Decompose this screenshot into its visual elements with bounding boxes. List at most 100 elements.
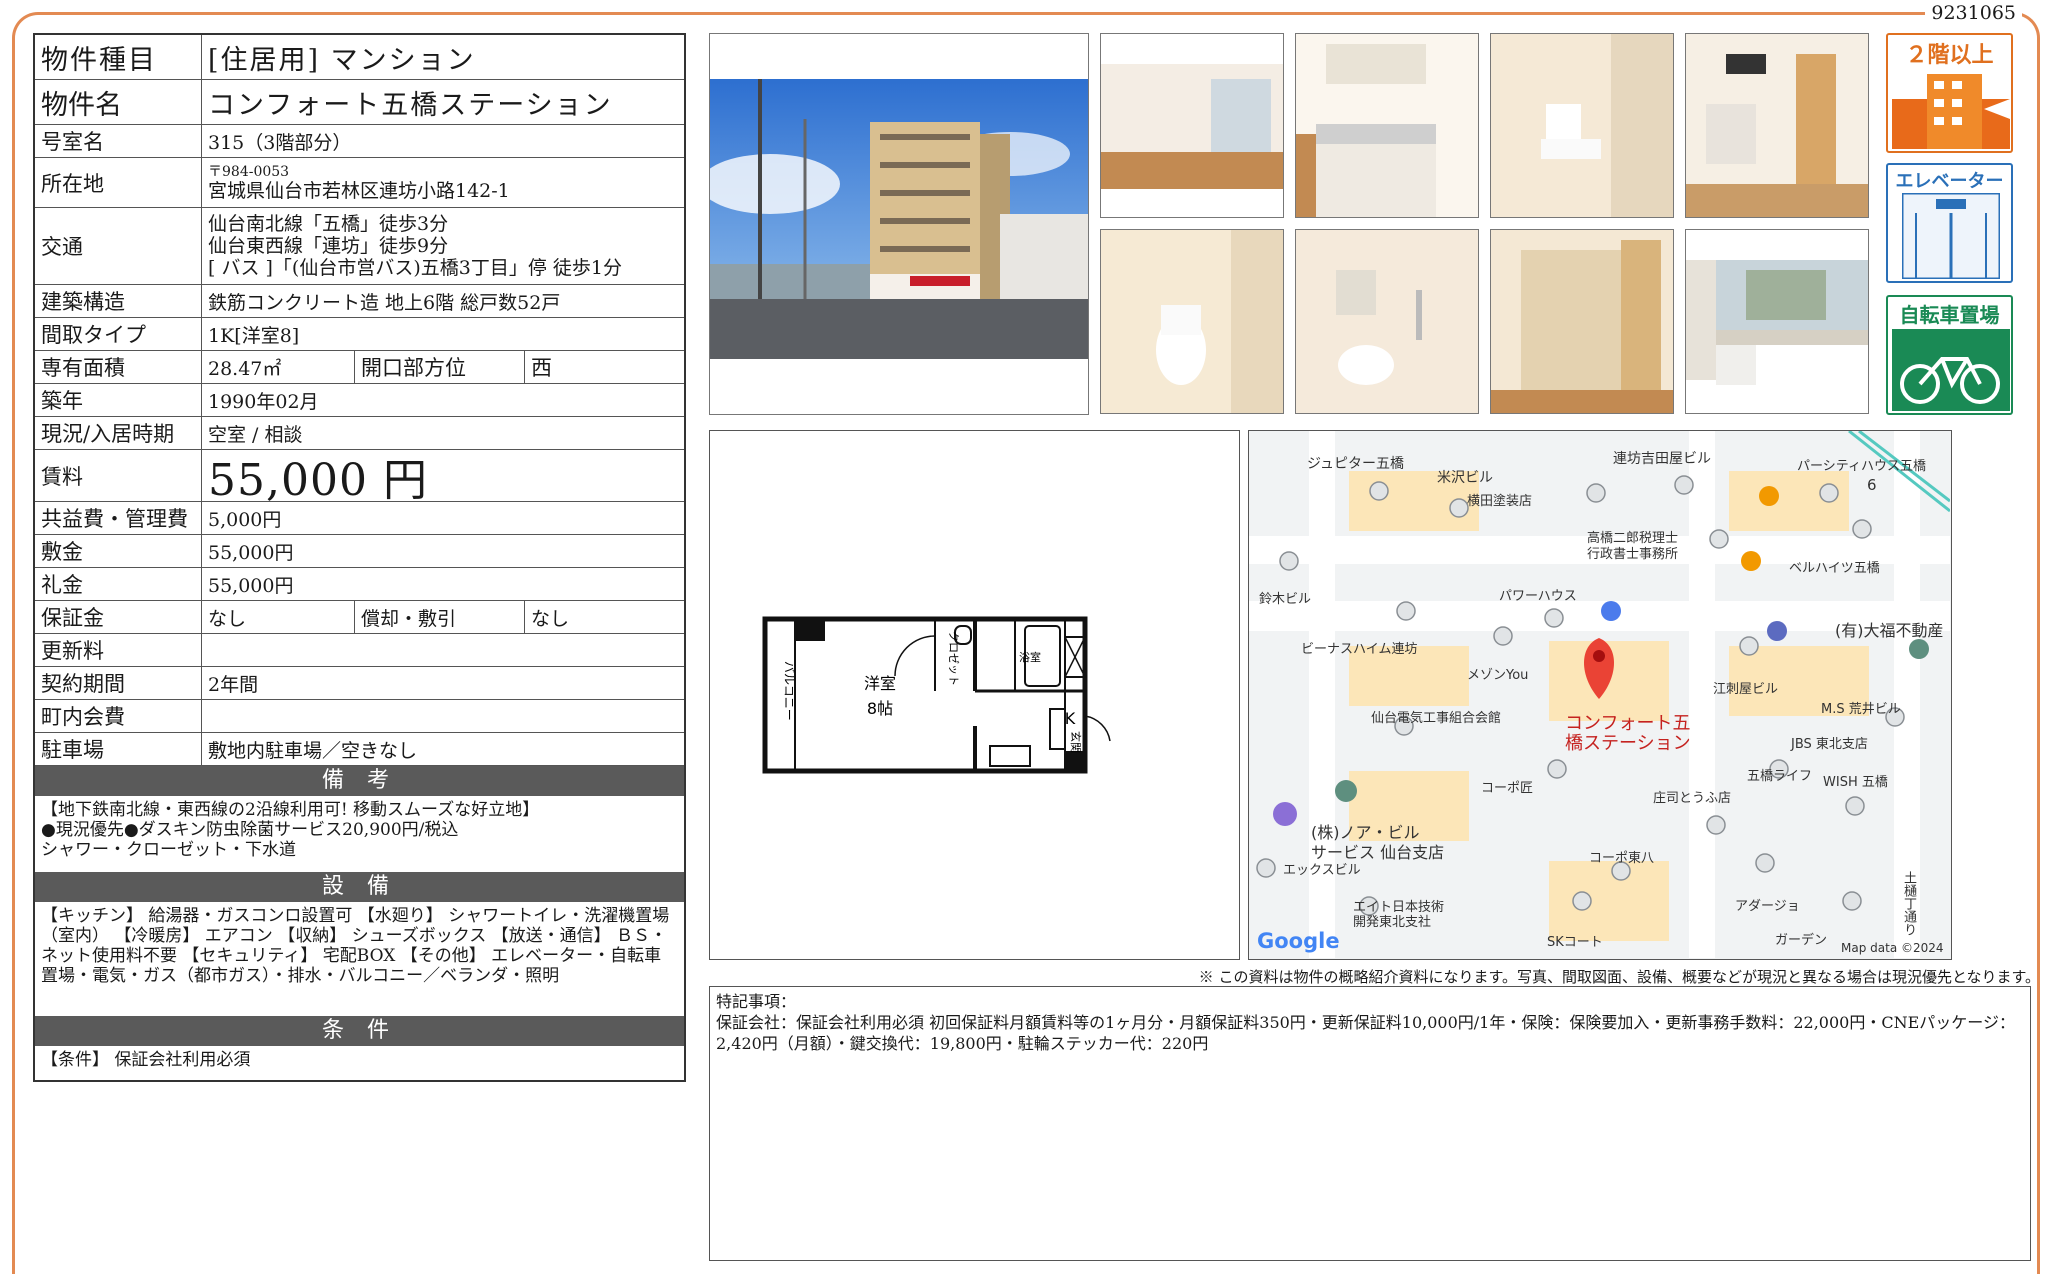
row-room: 号室名 315（3階部分） bbox=[35, 125, 684, 158]
row-renewal: 更新料 bbox=[35, 634, 684, 667]
map-label: ジュピター五橋 bbox=[1307, 456, 1405, 472]
value-area: 28.47㎡ bbox=[202, 351, 355, 383]
map-label: 仙台電気工事組合会館 bbox=[1371, 711, 1502, 726]
map-label: 6 bbox=[1867, 476, 1877, 494]
label-guarantee: 保証金 bbox=[35, 601, 202, 633]
floor-badge: ２階以上 bbox=[1886, 33, 2013, 153]
value-parking: 敷地内駐車場／空きなし bbox=[208, 739, 418, 762]
map-label: 開発東北支社 bbox=[1353, 915, 1432, 930]
floor-plan: 洋室 8帖 K 浴室 クロゼット 玄関 バルコニー bbox=[709, 430, 1240, 960]
value-layout: 1K[洋室8] bbox=[208, 324, 300, 347]
label-structure: 建築構造 bbox=[35, 285, 202, 317]
map-label: 江刺屋ビル bbox=[1713, 682, 1779, 697]
address-text: 宮城県仙台市若林区連坊小路142-1 bbox=[208, 179, 510, 202]
floorplan-balcony-label: バルコニー bbox=[782, 661, 796, 721]
map-label: 連坊吉田屋ビル bbox=[1613, 451, 1711, 467]
property-info-table: 物件種目 [住居用] マンション 物件名 コンフォート五橋ステーション 号室名 … bbox=[33, 33, 686, 1082]
floor-badge-text: ２階以上 bbox=[1905, 43, 1994, 68]
row-area: 専有面積 28.47㎡ 開口部方位 西 bbox=[35, 351, 684, 384]
bicycle-badge: 自転車置場 bbox=[1886, 295, 2013, 415]
map-label: パーシティハウス五橋 bbox=[1797, 459, 1926, 474]
equipment-text: 【キッチン】 給湯器・ガスコンロ設置可 【水廻り】 シャワートイレ・洗濯機置場（… bbox=[41, 906, 670, 986]
row-guarantee: 保証金 なし 償却・敷引 なし bbox=[35, 601, 684, 634]
map-label: コーポ匠 bbox=[1481, 781, 1534, 796]
map-label: ビーナスハイム連坊 bbox=[1301, 642, 1418, 657]
map-label: M.S 荒井ビル bbox=[1821, 702, 1901, 717]
location-map[interactable]: ジュピター五橋 米沢ビル 連坊吉田屋ビル パーシティハウス五橋 横田塗装店 高橋… bbox=[1248, 430, 1952, 960]
elevator-badge: エレベーター bbox=[1886, 163, 2013, 283]
document-number: 9231065 bbox=[1925, 2, 2022, 24]
label-rent: 賃料 bbox=[35, 450, 202, 501]
row-key-money: 礼金 55,000円 bbox=[35, 568, 684, 601]
row-type: 物件種目 [住居用] マンション bbox=[35, 35, 684, 80]
bicycle-badge-text: 自転車置場 bbox=[1899, 303, 2000, 327]
label-parking: 駐車場 bbox=[35, 733, 202, 765]
conditions-text: 【条件】 保証会社利用必須 bbox=[41, 1050, 251, 1070]
map-label: WISH 五橋 bbox=[1823, 775, 1888, 790]
map-label: コーポ東八 bbox=[1589, 851, 1655, 866]
elevator-badge-text: エレベーター bbox=[1895, 171, 2004, 192]
floorplan-bath-label: 浴室 bbox=[1019, 650, 1041, 664]
value-built: 1990年02月 bbox=[208, 390, 319, 413]
map-label: JBS 東北支店 bbox=[1791, 737, 1868, 752]
floorplan-closet-label: クロゼット bbox=[947, 631, 960, 686]
map-label: 行政書士事務所 bbox=[1587, 547, 1679, 562]
row-layout: 間取タイプ 1K[洋室8] bbox=[35, 318, 684, 351]
value-type: [住居用] マンション bbox=[208, 44, 476, 76]
value-term: 2年間 bbox=[208, 673, 259, 696]
label-status: 現況/入居時期 bbox=[35, 417, 202, 449]
map-label: エックスビル bbox=[1283, 863, 1361, 878]
map-label: 横田塗装店 bbox=[1467, 494, 1533, 509]
row-structure: 建築構造 鉄筋コンクリート造 地上6階 総戸数52戸 bbox=[35, 285, 684, 318]
map-label: ガーデン bbox=[1775, 933, 1828, 948]
row-association: 町内会費 bbox=[35, 700, 684, 733]
value-renewal bbox=[202, 634, 684, 666]
row-rent: 賃料 55,000 円 bbox=[35, 450, 684, 506]
map-label: 鈴木ビル bbox=[1259, 592, 1312, 607]
label-built: 築年 bbox=[35, 384, 202, 416]
equipment-header: 設 備 bbox=[35, 872, 684, 902]
washroom-photo bbox=[1490, 33, 1674, 218]
label-key-money: 礼金 bbox=[35, 568, 202, 600]
floorplan-room-size: 8帖 bbox=[867, 699, 893, 718]
map-label: アダージョ bbox=[1735, 899, 1800, 914]
row-access: 交通 仙台南北線「五橋」徒歩3分 仙台東西線「連坊」徒歩9分 [ バス ]「(仙… bbox=[35, 208, 684, 285]
label-type: 物件種目 bbox=[35, 35, 202, 79]
map-label: (有)大福不動産 bbox=[1835, 621, 1944, 640]
label-name: 物件名 bbox=[35, 80, 202, 124]
map-label: ベルハイツ五橋 bbox=[1789, 561, 1880, 576]
value-key-money: 55,000円 bbox=[208, 574, 294, 597]
room-photo-1 bbox=[1100, 33, 1284, 218]
row-address: 所在地 〒984-0053 宮城県仙台市若林区連坊小路142-1 bbox=[35, 158, 684, 208]
row-name: 物件名 コンフォート五橋ステーション bbox=[35, 80, 684, 125]
label-fee: 共益費・管理費 bbox=[35, 502, 202, 534]
building-icon bbox=[1892, 74, 2010, 149]
special-notes-title: 特記事項： bbox=[716, 992, 797, 1011]
elevator-icon bbox=[1902, 193, 2000, 279]
label-area: 専有面積 bbox=[35, 351, 202, 383]
value-structure: 鉄筋コンクリート造 地上6階 総戸数52戸 bbox=[208, 291, 561, 314]
label-deposit: 敷金 bbox=[35, 535, 202, 567]
value-room: 315（3階部分） bbox=[208, 131, 352, 154]
row-term: 契約期間 2年間 bbox=[35, 667, 684, 700]
row-built: 築年 1990年02月 bbox=[35, 384, 684, 417]
label-layout: 間取タイプ bbox=[35, 318, 202, 350]
value-orientation: 西 bbox=[531, 356, 552, 380]
access-line: 仙台東西線「連坊」徒歩9分 bbox=[208, 235, 449, 257]
value-amortization: なし bbox=[531, 607, 570, 630]
google-logo: Google bbox=[1257, 929, 1340, 953]
hallway-photo bbox=[1685, 33, 1869, 218]
value-deposit: 55,000円 bbox=[208, 541, 294, 564]
label-term: 契約期間 bbox=[35, 667, 202, 699]
map-label: SKコート bbox=[1547, 935, 1603, 950]
floorplan-entrance-label: 玄関 bbox=[1069, 731, 1083, 753]
remarks-header: 備 考 bbox=[35, 766, 684, 796]
building-exterior-photo bbox=[709, 33, 1089, 415]
map-label-property: 橋ステーション bbox=[1565, 733, 1691, 754]
conditions-header: 条 件 bbox=[35, 1016, 684, 1046]
row-deposit: 敷金 55,000円 bbox=[35, 535, 684, 568]
label-amortization: 償却・敷引 bbox=[355, 601, 525, 633]
special-notes-box: 特記事項： 保証会社：保証会社利用必須 初回保証料月額賃料等の1ヶ月分・月額保証… bbox=[709, 986, 2031, 1261]
value-fee: 5,000円 bbox=[208, 508, 282, 531]
floorplan-kitchen-label: K bbox=[1065, 709, 1076, 728]
